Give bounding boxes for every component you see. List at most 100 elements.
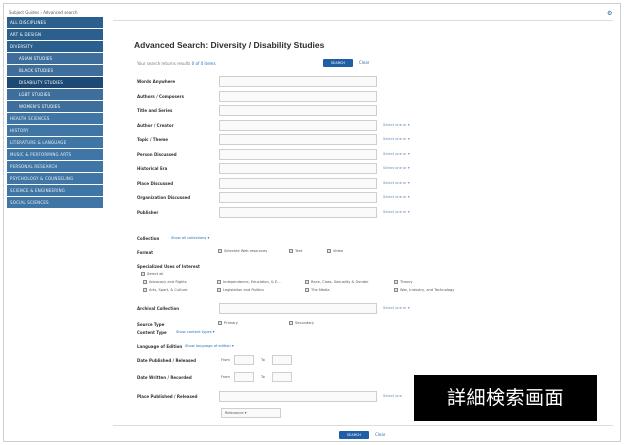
sidebar-item-health-sciences[interactable]: HEALTH SCIENCES [7,113,103,125]
show-content-types-link[interactable]: Show content types ▾ [176,330,215,334]
search-button-bottom[interactable]: SEARCH [339,431,369,439]
sidebar-item-lgbt-studies[interactable]: LGBT STUDIES [7,89,103,101]
format-option-text[interactable]: Text [289,249,302,253]
sidebar-item-personal-research[interactable]: PERSONAL RESEARCH [7,161,103,173]
historical-era-select-more[interactable]: Select one or ▾ [383,166,410,170]
interest-independence[interactable]: Independence, Education, & E... [217,280,281,284]
sidebar-item-art-design[interactable]: ART & DESIGN [7,29,103,41]
author-creator-input[interactable] [219,119,377,131]
sidebar-item-asian-studies[interactable]: ASIAN STUDIES [7,53,103,65]
authors-composers-row: Authors / Composers [137,90,457,103]
topic-theme-select-more[interactable]: Select one or ▾ [383,137,410,141]
place-published-label: Place Published / Released [137,394,198,399]
format-label: Format [137,250,154,255]
publisher-label: Publisher [137,209,159,215]
interest-media[interactable]: The Media [305,288,330,292]
place-discussed-select-more[interactable]: Select one or ▾ [383,181,410,185]
footer-divider [113,425,613,426]
select-all-checkbox[interactable]: Select all [141,272,163,276]
date-published-to-label: To [261,358,265,362]
format-option-web[interactable]: Selected Web resources [218,249,267,253]
date-written-label: Date Written / Recorded [137,375,192,380]
place-published-row: Place Published / Released [137,391,457,403]
results-hint: Your search returns results 0 of 0 items [137,61,216,66]
place-select-more[interactable]: Select one [383,394,402,398]
title-and-series-label: Title and Series [137,108,173,113]
organization-discussed-input[interactable] [219,192,377,203]
interest-arts[interactable]: Arts, Sport, & Culture [143,288,187,292]
breadcrumb: Subject Guides › Advanced search [9,10,78,15]
date-published-from-input[interactable] [234,355,254,365]
person-discussed-input[interactable] [219,148,377,160]
words-anywhere-input[interactable] [219,76,377,87]
place-discussed-input[interactable] [219,177,377,189]
show-language-link[interactable]: Show language of edition ▾ [185,344,234,348]
gear-icon[interactable]: ⚙ [607,11,613,17]
sidebar-item-disability-studies[interactable]: DISABILITY STUDIES [7,77,103,89]
topic-theme-label: Topic / Theme [137,137,168,142]
date-published-to-input[interactable] [272,355,292,365]
publisher-select-more[interactable]: Select one or ▾ [383,210,410,214]
person-discussed-select-more[interactable]: Select one or ▾ [383,152,410,156]
sidebar-item-diversity[interactable]: DIVERSITY [7,41,103,53]
sidebar-item-history[interactable]: HISTORY [7,125,103,137]
sidebar-item-psychology-counseling[interactable]: PSYCHOLOGY & COUNSELING [7,173,103,185]
interest-legislation[interactable]: Legislation and Politics [217,288,264,292]
sidebar-item-music-performing-arts[interactable]: MUSIC & PERFORMING ARTS [7,149,103,161]
date-written-to-input[interactable] [272,372,292,382]
collection-label: Collection [137,236,160,241]
show-collections-link[interactable]: Show all collections ▾ [171,236,209,240]
publisher-input[interactable] [219,206,377,218]
date-written-from-input[interactable] [234,372,254,382]
place-published-input[interactable] [219,391,377,402]
format-option-video[interactable]: Video [327,249,343,253]
authors-composers-input[interactable] [219,90,377,102]
source-type-label: Source Type [137,322,165,327]
place-discussed-label: Place Discussed [137,180,174,186]
archival-label: Archival Collection [137,306,180,311]
archival-select-more[interactable]: Select one or ▾ [383,306,410,310]
historical-era-label: Historical Era [137,166,168,171]
title-and-series-input[interactable] [219,105,377,116]
date-written-from-label: From [221,375,230,379]
interest-theory[interactable]: Theory [394,280,413,284]
author-creator-label: Author / Creator [137,122,174,128]
source-primary-checkbox[interactable]: Primary [218,321,238,325]
header-divider [113,20,613,21]
organization-discussed-label: Organization Discussed [137,195,191,200]
sidebar-item-social-sciences[interactable]: SOCIAL SCIENCES [7,197,103,209]
words-anywhere-row: Words Anywhere [137,76,457,88]
results-count-link[interactable]: 0 of 0 items [192,61,216,66]
date-published-label: Date Published / Released [137,358,197,363]
clear-link-bottom[interactable]: Clear [375,431,385,439]
words-anywhere-label: Words Anywhere [137,79,176,84]
historical-era-input[interactable] [219,163,377,174]
topic-theme-input[interactable] [219,134,377,145]
language-label: Language of Edition [137,344,183,349]
sidebar-item-literature-language[interactable]: LITERATURE & LANGUAGE [7,137,103,149]
person-discussed-label: Person Discussed [137,151,177,157]
author-creator-select-more[interactable]: Select one or ▾ [383,123,410,127]
authors-composers-label: Authors / Composers [137,93,184,99]
title-and-series-row: Title and Series [137,105,457,117]
sort-select[interactable]: Relevance ▾ [221,408,281,418]
interest-advocacy[interactable]: Advocacy and Rights [143,280,187,284]
specialized-label: Specialized Uses of Interest [137,264,200,269]
interest-war-industry[interactable]: War, Industry, and Technology [394,288,454,292]
sidebar: Subject Guides › Advanced search ALL DIS… [7,8,103,438]
date-published-from-label: From [221,358,230,362]
content-type-label: Content Type [137,330,167,335]
sidebar-item-black-studies[interactable]: BLACK STUDIES [7,65,103,77]
organization-discussed-select-more[interactable]: Select one or ▾ [383,195,410,199]
main-panel: ⚙ Advanced Search: Diversity / Disabilit… [113,8,613,439]
interest-race-class[interactable]: Race, Class, Sexuality & Gender [305,280,369,284]
date-written-to-label: To [261,375,265,379]
sidebar-item-all-disciplines[interactable]: ALL DISCIPLINES [7,17,103,29]
page-title: Advanced Search: Diversity / Disability … [134,40,325,50]
source-secondary-checkbox[interactable]: Secondary [289,321,314,325]
sidebar-item-women-s-studies[interactable]: WOMEN'S STUDIES [7,101,103,113]
clear-link-top[interactable]: Clear [359,59,369,67]
archival-input[interactable] [219,303,377,314]
search-button-top[interactable]: SEARCH [323,59,353,67]
sidebar-item-science-engineering[interactable]: SCIENCE & ENGINEERING [7,185,103,197]
